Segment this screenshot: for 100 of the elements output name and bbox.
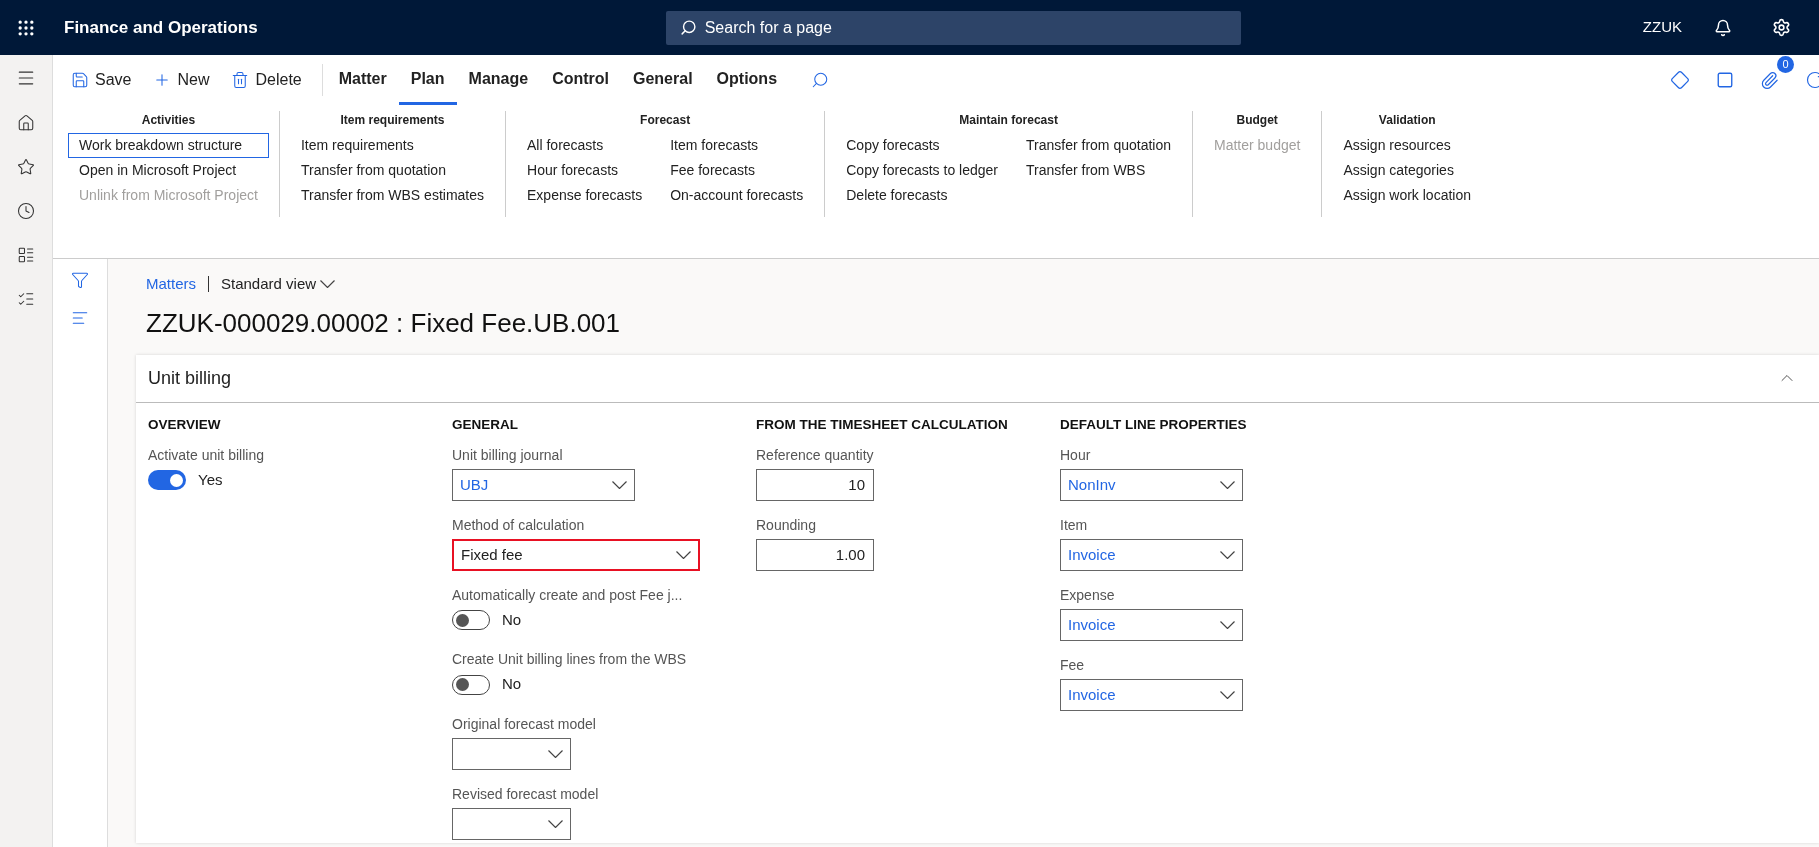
ribbon-tab[interactable]: Manage xyxy=(456,55,541,105)
toggle-value: Yes xyxy=(198,469,223,490)
dropdown-field[interactable]: NonInv xyxy=(1060,468,1243,501)
home-icon[interactable] xyxy=(17,114,35,132)
ribbon-item[interactable]: Item forecasts xyxy=(659,133,815,158)
chevron-down-icon xyxy=(548,749,563,758)
field-label: Automatically create and post Fee j... xyxy=(452,585,684,605)
lines-icon[interactable] xyxy=(71,309,89,327)
ribbon-item[interactable]: Work breakdown structure xyxy=(68,133,269,158)
ribbon-item[interactable]: Assign resources xyxy=(1332,133,1482,158)
dropdown-field[interactable]: UBJ xyxy=(452,468,635,501)
ribbon-item[interactable]: Transfer from WBS xyxy=(1015,158,1182,183)
star-icon[interactable] xyxy=(17,158,35,176)
number-field[interactable]: 10 xyxy=(756,468,874,501)
chevron-down-icon xyxy=(676,550,691,559)
field-label: Hour xyxy=(1060,445,1092,465)
settings-icon[interactable] xyxy=(1772,18,1791,37)
dropdown-field[interactable] xyxy=(452,807,571,840)
field-label: Create Unit billing lines from the WBS xyxy=(452,650,688,670)
view-selector[interactable]: Standard view xyxy=(221,273,336,296)
ribbon-item[interactable]: Copy forecasts to ledger xyxy=(835,158,1009,183)
toggle-switch[interactable] xyxy=(452,610,490,630)
toggle-value: No xyxy=(502,609,522,630)
toggle-switch[interactable] xyxy=(148,470,186,490)
breadcrumb-link[interactable]: Matters xyxy=(146,273,196,296)
save-button[interactable]: Save xyxy=(65,68,138,92)
number-field[interactable]: 1.00 xyxy=(756,538,874,571)
search-field[interactable]: Search for a page xyxy=(665,10,1241,45)
field-label: Revised forecast model xyxy=(452,784,600,804)
ribbon-tab[interactable]: Options xyxy=(704,55,790,105)
delete-button[interactable]: Delete xyxy=(225,68,308,92)
group-title: Item requirements xyxy=(340,112,445,129)
save-icon xyxy=(71,71,89,89)
refresh-icon[interactable] xyxy=(1805,70,1819,90)
dropdown-field[interactable]: Invoice xyxy=(1060,538,1243,571)
list-icon[interactable] xyxy=(17,290,35,308)
workspace-icon[interactable] xyxy=(17,246,35,264)
dropdown-field[interactable]: Fixed fee xyxy=(452,538,700,571)
dropdown-value: Invoice xyxy=(1068,614,1116,635)
ribbon-item[interactable]: Transfer from quotation xyxy=(1015,133,1182,158)
ribbon-tab[interactable]: General xyxy=(621,55,705,105)
card-title: Unit billing xyxy=(148,366,232,390)
section-heading: FROM THE TIMESHEET CALCULATION xyxy=(756,415,1009,434)
dropdown-value: Invoice xyxy=(1068,544,1116,565)
field-label: Expense xyxy=(1060,585,1116,605)
dropdown-value: UBJ xyxy=(460,474,489,495)
ribbon-item[interactable]: Open in Microsoft Project xyxy=(68,158,269,183)
dropdown-value: Invoice xyxy=(1068,684,1116,705)
dropdown-field[interactable] xyxy=(452,737,571,770)
dropdown-value: NonInv xyxy=(1068,474,1116,495)
ribbon-item[interactable]: Assign categories xyxy=(1332,158,1482,183)
chevron-down-icon xyxy=(548,819,563,828)
app-title: Finance and Operations xyxy=(64,16,258,39)
field-label: Unit billing journal xyxy=(452,445,564,465)
section-heading: OVERVIEW xyxy=(148,415,222,434)
company-label[interactable]: ZZUK xyxy=(1642,16,1682,39)
ribbon-tab[interactable]: Plan xyxy=(398,55,457,105)
search-icon[interactable] xyxy=(811,71,830,89)
search-placeholder: Search for a page xyxy=(704,17,832,38)
field-label: Reference quantity xyxy=(756,445,875,465)
dropdown-field[interactable]: Invoice xyxy=(1060,608,1243,641)
diamond-icon[interactable] xyxy=(1670,70,1690,90)
trash-icon xyxy=(231,71,250,89)
field-label: Activate unit billing xyxy=(148,445,265,465)
chevron-down-icon xyxy=(320,280,336,289)
group-title: Budget xyxy=(1236,112,1278,129)
dropdown-value: Fixed fee xyxy=(461,544,523,565)
filter-icon[interactable] xyxy=(71,271,89,289)
ribbon-item[interactable]: Item requirements xyxy=(289,133,495,158)
chevron-down-icon xyxy=(1220,550,1235,559)
toggle-value: No xyxy=(502,674,522,695)
bell-icon[interactable] xyxy=(1714,18,1732,37)
ribbon-item[interactable]: Copy forecasts xyxy=(835,133,1009,158)
ribbon-item[interactable]: All forecasts xyxy=(516,133,654,158)
chevron-down-icon xyxy=(1220,690,1235,699)
new-button[interactable]: New xyxy=(147,68,216,92)
chevron-down-icon xyxy=(1220,480,1235,489)
field-label: Rounding xyxy=(756,515,817,535)
ribbon-item[interactable]: Assign work location xyxy=(1332,183,1482,208)
paperclip-icon[interactable] xyxy=(1760,70,1779,90)
ribbon-item[interactable]: Expense forecasts xyxy=(516,183,654,208)
section-heading: DEFAULT LINE PROPERTIES xyxy=(1060,415,1248,434)
dropdown-field[interactable]: Invoice xyxy=(1060,678,1243,711)
chevron-down-icon xyxy=(612,480,627,489)
clock-icon[interactable] xyxy=(17,202,35,220)
ribbon-tab[interactable]: Matter xyxy=(326,55,399,105)
chevron-down-icon xyxy=(1220,620,1235,629)
group-title: Validation xyxy=(1378,112,1436,129)
ribbon-item[interactable]: On-account forecasts xyxy=(659,183,815,208)
field-label: Fee xyxy=(1060,655,1086,675)
ribbon-item[interactable]: Hour forecasts xyxy=(516,158,654,183)
toggle-switch[interactable] xyxy=(452,674,490,695)
search-icon xyxy=(679,19,697,36)
ribbon-tab[interactable]: Control xyxy=(540,55,621,105)
field-label: Item xyxy=(1060,515,1089,535)
ribbon-item[interactable]: Transfer from quotation xyxy=(289,158,495,183)
ribbon-item[interactable]: Fee forecasts xyxy=(659,158,815,183)
ribbon-item[interactable]: Transfer from WBS estimates xyxy=(289,183,495,208)
group-title: Maintain forecast xyxy=(959,112,1058,129)
ribbon-item[interactable]: Delete forecasts xyxy=(835,183,1009,208)
